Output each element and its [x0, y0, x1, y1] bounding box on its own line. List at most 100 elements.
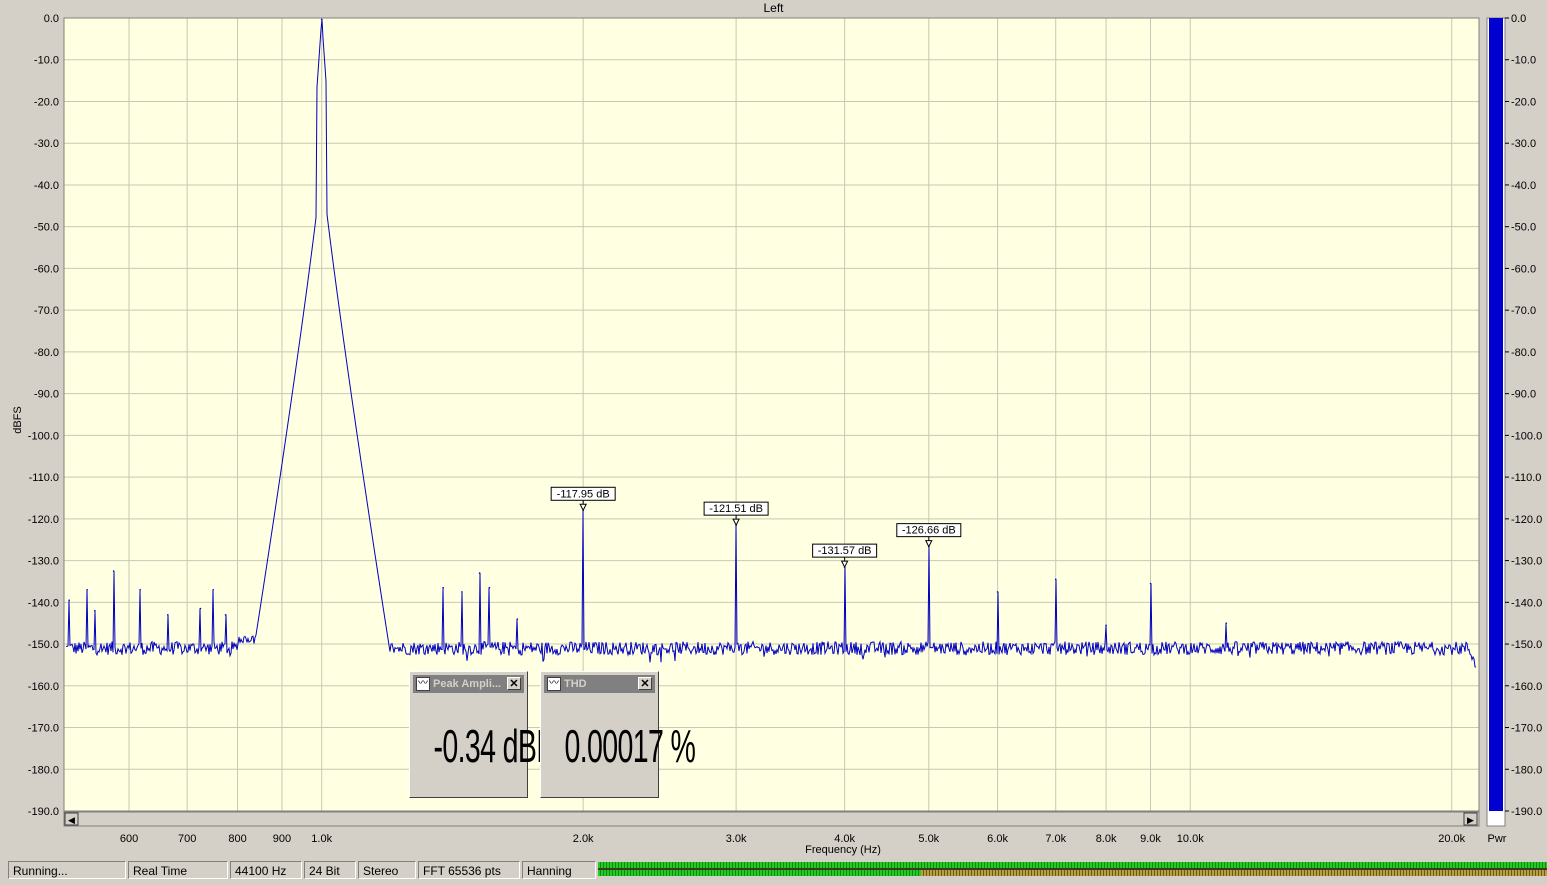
x-tick-label: 10.0k [1177, 833, 1204, 845]
peak-point [1105, 624, 1107, 627]
y-tick-label: -70.0 [34, 305, 59, 317]
power-meter-tick-label: -30.0 [1511, 138, 1536, 150]
power-meter-tick-label: -110.0 [1511, 472, 1541, 484]
power-meter-tick-label: -70.0 [1511, 305, 1536, 317]
power-meter-tick-label: -20.0 [1511, 96, 1536, 108]
peak-point [442, 586, 444, 589]
power-meter-tick-label: -120.0 [1511, 514, 1542, 526]
y-tick-label: -160.0 [28, 681, 59, 693]
y-tick-label: -80.0 [34, 347, 59, 359]
x-tick-label: 3.0k [726, 833, 747, 845]
x-tick-label: 5.0k [918, 833, 939, 845]
y-tick-label: -190.0 [28, 806, 59, 818]
status-state: Running... [8, 861, 126, 879]
y-tick-label: -40.0 [34, 180, 59, 192]
peak-amplitude-value: -0.34 dBFS [433, 720, 572, 772]
y-tick-label: -100.0 [28, 430, 59, 442]
plot-area [64, 18, 1479, 811]
y-tick-label: -10.0 [34, 55, 59, 67]
peak-point [1149, 582, 1152, 585]
close-icon[interactable]: ✕ [507, 677, 521, 690]
popup-titlebar[interactable]: 〰 THD ✕ [544, 675, 655, 693]
y-tick-label: -120.0 [28, 514, 59, 526]
spectrum-chart: 0.0 -10.0 -20.0 -30.0 -40.0 -50.0 -60.0 -70.0 -8… [12, 13, 1542, 856]
y-tick-label: -50.0 [34, 222, 59, 234]
power-meter-tick-label: -40.0 [1511, 180, 1536, 192]
power-meter-tick-label: -80.0 [1511, 347, 1536, 359]
peak-point [320, 18, 323, 21]
x-tick-label: 1.0k [311, 833, 332, 845]
peak-point [1054, 578, 1057, 581]
waveform-icon: 〰 [416, 677, 430, 691]
y-tick-label: -180.0 [28, 764, 59, 776]
power-meter-tick-label: -180.0 [1511, 764, 1542, 776]
y-tick-label: -130.0 [28, 556, 59, 568]
power-meter-tick-label: 0.0 [1511, 13, 1526, 25]
thd-popup[interactable]: 〰 THD ✕ 0.00017 % [540, 671, 696, 798]
power-meter-tick-label: -130.0 [1511, 556, 1542, 568]
power-meter-tick-label: -60.0 [1511, 263, 1536, 275]
chevron-right-icon: ▶ [1467, 815, 1474, 825]
y-tick-label: -150.0 [28, 639, 59, 651]
power-meter-tick-label: -10.0 [1511, 55, 1536, 67]
annotation-label: -121.51 dB [709, 503, 763, 515]
power-meter-tick-label: -140.0 [1511, 597, 1542, 609]
peak-point [167, 614, 169, 616]
x-tick-label: 8.0k [1096, 833, 1117, 845]
peak-point [112, 570, 115, 572]
power-meter-tick-label: -150.0 [1511, 639, 1542, 651]
peak-point [94, 609, 96, 612]
peak-amplitude-popup[interactable]: 〰 Peak Ampli... ✕ -0.34 dBFS [409, 671, 572, 798]
x-tick-label: 700 [178, 833, 196, 845]
peak-point [996, 591, 999, 593]
status-channels: Stereo [358, 861, 416, 879]
y-tick-label: -90.0 [34, 389, 59, 401]
x-tick-label: 2.0k [573, 833, 594, 845]
x-tick-label: 800 [228, 833, 246, 845]
y-tick-label: -20.0 [34, 96, 59, 108]
peak-point [1225, 622, 1228, 624]
x-axis-label: Frequency (Hz) [805, 844, 881, 856]
x-tick-label: 7.0k [1045, 833, 1066, 845]
level-meter-bottom-rest [920, 870, 1547, 876]
x-tick-label: 20.0k [1438, 833, 1465, 845]
y-tick-label: -140.0 [28, 597, 59, 609]
y-axis-label: dBFS [12, 406, 24, 434]
status-bit-depth: 24 Bit [304, 861, 356, 879]
x-tick-label: 6.0k [987, 833, 1008, 845]
power-meter-tick-label: -160.0 [1511, 681, 1542, 693]
power-meter-tick-label: -90.0 [1511, 389, 1536, 401]
y-tick-label: 0.0 [44, 13, 59, 25]
power-meter-label: Pwr [1488, 833, 1507, 845]
peak-point [224, 614, 227, 616]
status-sample-rate: 44100 Hz [230, 861, 302, 879]
y-tick-label: -170.0 [28, 723, 59, 735]
x-tick-label: 600 [120, 833, 138, 845]
status-mode: Real Time [128, 861, 228, 879]
annotation-label: -126.66 dB [902, 525, 956, 537]
popup-title: THD [564, 678, 587, 690]
waveform-icon: 〰 [547, 677, 561, 691]
peak-point [212, 588, 214, 591]
power-meter-tick-label: -100.0 [1511, 430, 1542, 442]
annotation-label: -117.95 dB [557, 488, 610, 500]
spectrum-analyzer-window: Left 0.0 -10.0 -20.0 -30.0 -40.0 -50.0 -60.0 -7… [0, 0, 1547, 885]
level-meter [598, 862, 1547, 876]
status-window: Hanning [522, 861, 596, 879]
close-icon[interactable]: ✕ [638, 677, 652, 690]
level-meter-top [598, 862, 1547, 868]
popup-titlebar[interactable]: 〰 Peak Ampli... ✕ [413, 675, 524, 693]
power-meter-bar [1489, 18, 1503, 811]
peak-point [139, 588, 141, 591]
peak-point [488, 586, 491, 589]
x-tick-label: 900 [273, 833, 291, 845]
status-fft: FFT 65536 pts [418, 861, 520, 879]
power-meter-tick-label: -50.0 [1511, 222, 1536, 234]
level-meter-bottom [598, 870, 921, 876]
horizontal-scrollbar[interactable] [63, 811, 1480, 827]
peak-point [86, 588, 88, 591]
peak-point [199, 607, 202, 610]
peak-point [478, 572, 481, 574]
peak-point [516, 618, 519, 620]
popup-title: Peak Ampli... [433, 678, 502, 690]
